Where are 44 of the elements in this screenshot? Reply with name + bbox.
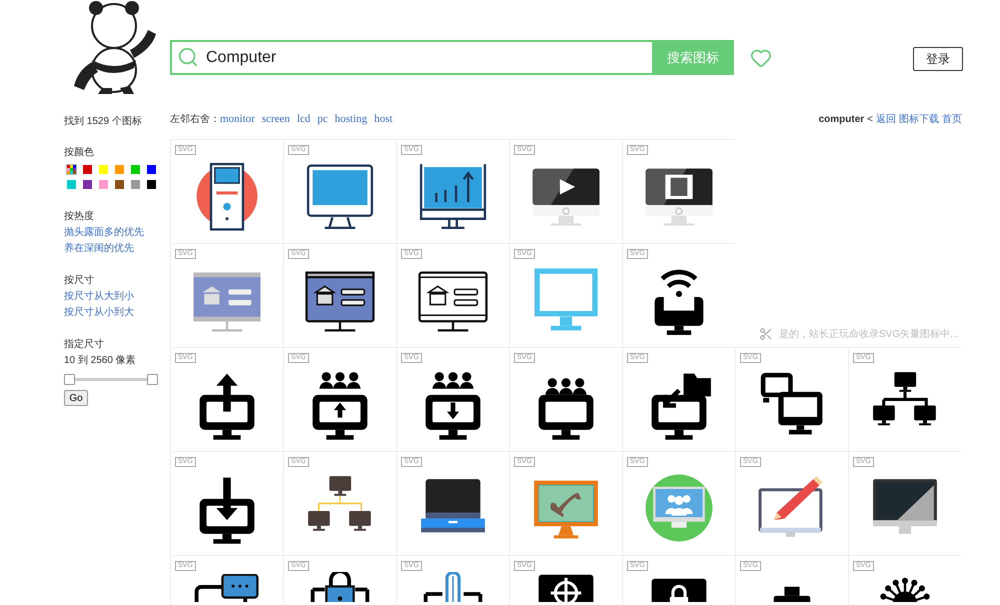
filter-title: 按热度 [64,210,95,224]
color-swatch[interactable] [83,165,92,174]
search-button[interactable]: 搜索图标 [652,40,734,75]
color-swatch[interactable] [131,165,140,174]
breadcrumb-current: computer [818,114,864,124]
breadcrumb-link[interactable]: 返回 [876,112,896,126]
related-tag-link[interactable]: hosting [334,113,368,125]
filter-title: 指定尺寸 [64,338,105,352]
related-tag-link[interactable]: pc [317,113,328,125]
related-tag-link[interactable]: lcd [296,113,310,125]
color-swatch[interactable] [131,180,140,189]
scissors-icon [759,327,773,341]
color-swatch[interactable] [99,180,108,189]
size-range-reading: 10 到 2560 像素 [64,354,137,368]
color-swatch[interactable] [115,180,124,189]
notice-text: 是的，站长正玩命收录SVG矢量图标中... [779,328,958,341]
search-field[interactable]: Computer [170,40,652,75]
search-icon [177,46,199,68]
result-count: 找到 1529 个图标 [64,114,143,129]
color-swatch[interactable] [147,165,156,174]
heart-icon[interactable] [750,47,772,69]
go-button[interactable]: Go [64,390,88,406]
breadcrumb-separator: < [867,114,873,124]
all-colors-swatch[interactable] [67,165,76,174]
slider-thumb[interactable] [147,374,158,385]
related-tag-link[interactable]: host [374,113,393,125]
color-swatch[interactable] [99,165,108,174]
login-button[interactable]: 登录 [913,47,963,71]
related-tag-link[interactable]: monitor [220,113,255,125]
sort-link[interactable]: 抛头露面多的优先 [64,225,170,241]
filter-title: 按尺寸 [64,274,95,288]
breadcrumb-link[interactable]: 首页 [942,112,962,126]
color-swatch[interactable] [147,180,156,189]
color-swatch[interactable] [67,180,76,189]
color-swatch[interactable] [115,165,124,174]
slider-thumb[interactable] [64,374,75,385]
related-tag-link[interactable]: screen [262,113,290,125]
breadcrumb-link[interactable]: 图标下载 [899,112,939,126]
sort-link[interactable]: 养在深闺的优先 [64,241,170,257]
related-label: 左邻右舍： [170,113,220,126]
filter-title: 按颜色 [64,146,95,160]
sort-link[interactable]: 按尺寸从大到小 [64,289,170,305]
color-swatch[interactable] [83,180,92,189]
sort-link[interactable]: 按尺寸从小到大 [64,305,170,321]
